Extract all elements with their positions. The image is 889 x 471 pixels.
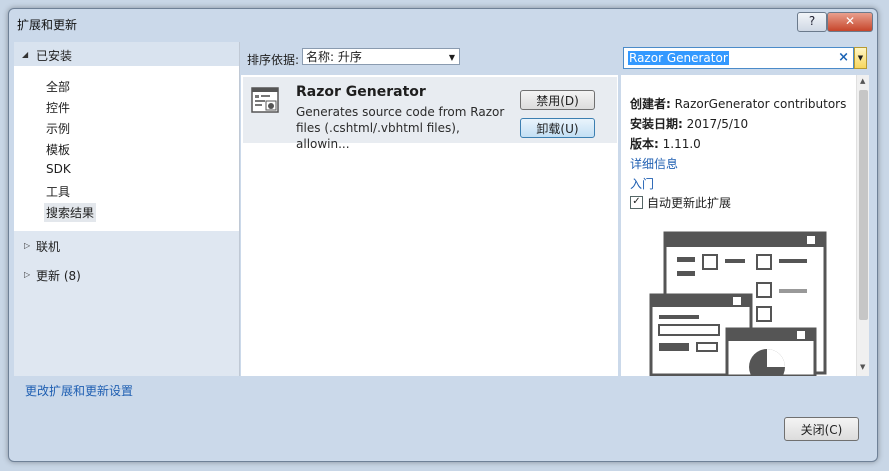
version-row: 版本: 1.11.0 [630,135,701,152]
settings-link[interactable]: 更改扩展和更新设置 [25,382,133,399]
triangle-right-icon[interactable]: ▷ [24,270,30,279]
razor-generator-icon [251,87,279,113]
sort-toolbar: 排序依据: 名称: 升序 ▼ [241,42,616,72]
help-icon: ? [808,14,816,28]
tree-item-sdk[interactable]: SDK [46,162,71,176]
search-value: Razor Generator [628,51,729,65]
creator-row: 创建者: RazorGenerator contributors [630,95,846,112]
collapsed-nodes: ▷ 联机 ▷ 更新 (8) [14,231,239,376]
chevron-down-icon: ▼ [857,54,864,62]
disable-button[interactable]: 禁用(D) [520,90,595,110]
list-item[interactable]: Razor Generator Generates source code fr… [243,77,617,151]
title-bar[interactable]: 扩展和更新 ? ✕ [9,9,877,37]
chevron-down-icon: ▼ [448,53,455,62]
tree-item-search-results[interactable]: 搜索结果 [44,203,97,222]
sort-label: 排序依据: [247,53,300,67]
install-date-label: 安装日期: [630,117,683,131]
extension-list: Razor Generator Generates source code fr… [241,75,618,376]
triangle-right-icon[interactable]: ▷ [24,241,30,250]
sort-dropdown[interactable]: 名称: 升序 ▼ [302,48,460,65]
tree-item-controls[interactable]: 控件 [46,99,70,116]
tree-node-updates[interactable]: 更新 (8) [36,267,81,284]
close-button[interactable]: 关闭(C) [784,417,859,441]
help-button[interactable]: ? [797,12,827,32]
auto-update-checkbox[interactable]: ✓ [630,196,643,209]
extension-description-line: Generates source code from Razor [296,105,505,119]
extension-name: Razor Generator [296,84,426,100]
extension-description-line: files (.cshtml/.vbhtml files), allowin..… [296,121,460,151]
tree-item-templates[interactable]: 模板 [46,141,70,158]
installed-sub-list: 全部 控件 示例 模板 SDK 工具 搜索结果 [14,66,239,231]
scroll-down-icon[interactable]: ▼ [860,363,865,371]
version-label: 版本: [630,137,659,151]
install-date-row: 安装日期: 2017/5/10 [630,115,748,132]
extension-description: Generates source code from Razor files (… [296,104,506,152]
search-dropdown-button[interactable]: ▼ [854,47,867,69]
tree-item-samples[interactable]: 示例 [46,120,70,137]
more-info-link[interactable]: 详细信息 [630,155,678,172]
extension-preview-image [645,225,835,376]
tree-node-installed[interactable]: ◢ 已安装 [14,42,239,66]
details-pane: 创建者: RazorGenerator contributors 安装日期: 2… [621,75,869,376]
scroll-up-icon[interactable]: ▲ [860,77,865,85]
category-tree: ◢ 已安装 全部 控件 示例 模板 SDK 工具 搜索结果 ▷ 联机 ▷ 更新 … [14,42,240,376]
details-scrollbar[interactable]: ▲ ▼ [856,75,869,376]
search-input[interactable]: Razor Generator × [623,47,854,69]
sort-value: 名称: 升序 [306,50,362,64]
creator-value: RazorGenerator contributors [674,97,847,111]
extensions-dialog: 扩展和更新 ? ✕ ◢ 已安装 全部 控件 示例 模板 SDK 工具 搜索结果 … [8,8,878,462]
tree-item-all[interactable]: 全部 [46,78,70,95]
clear-icon[interactable]: × [838,50,849,65]
version-value: 1.11.0 [662,137,701,151]
window-title: 扩展和更新 [17,18,78,32]
tree-item-tools[interactable]: 工具 [46,183,70,200]
tree-label-installed: 已安装 [36,49,73,63]
install-date-value: 2017/5/10 [686,117,749,131]
getting-started-link[interactable]: 入门 [630,175,654,192]
triangle-down-icon[interactable]: ◢ [22,50,28,59]
window-close-button[interactable]: ✕ [827,12,873,32]
uninstall-button[interactable]: 卸载(U) [520,118,595,138]
close-icon: ✕ [844,14,856,28]
creator-label: 创建者: [630,97,671,111]
scrollbar-thumb[interactable] [859,90,868,320]
auto-update-label: 自动更新此扩展 [647,196,732,210]
tree-node-online[interactable]: 联机 [36,238,60,255]
